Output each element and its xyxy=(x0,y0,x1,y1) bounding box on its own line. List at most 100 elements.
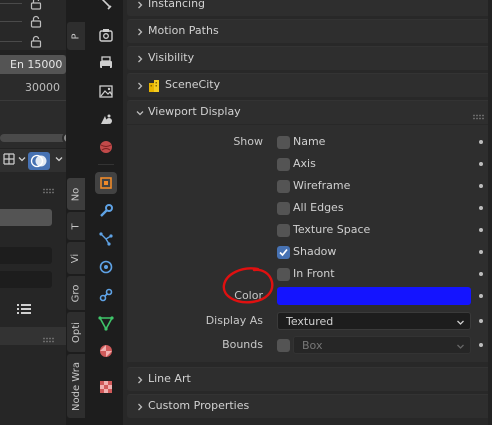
checkbox-bounds[interactable] xyxy=(277,339,290,352)
overlay-button[interactable] xyxy=(28,152,50,170)
panel-line-art[interactable]: Line Art xyxy=(127,367,492,391)
output-tab[interactable] xyxy=(95,52,117,74)
checkbox-label: Shadow xyxy=(293,245,337,258)
tree-line xyxy=(0,41,22,42)
keyframe-dot[interactable] xyxy=(479,343,483,347)
physics-tab[interactable] xyxy=(95,256,117,278)
panel-title: SceneCity xyxy=(165,78,221,91)
tool-tab[interactable] xyxy=(95,0,117,16)
n-panel-field[interactable] xyxy=(0,209,52,226)
tab-label: T xyxy=(70,222,82,230)
texture-tab[interactable] xyxy=(95,376,117,398)
modifier-tab[interactable] xyxy=(95,200,117,222)
checkbox-wireframe[interactable] xyxy=(277,180,290,193)
keyframe-dot[interactable] xyxy=(479,272,483,276)
keyframe-dot[interactable] xyxy=(479,319,483,323)
tab-vi[interactable]: Vi xyxy=(67,242,85,274)
checkbox-all-edges[interactable] xyxy=(277,202,290,215)
grid-icon[interactable] xyxy=(2,152,16,166)
keyframe-dot[interactable] xyxy=(479,184,483,188)
checkbox-label: Axis xyxy=(293,157,316,170)
tab-label: P xyxy=(70,32,82,40)
tab-label: Gro xyxy=(70,284,82,302)
checkbox-shadow[interactable] xyxy=(277,246,290,259)
properties-tab-bar xyxy=(88,0,123,425)
n-panel-field[interactable] xyxy=(0,247,52,264)
panel-viewport-display[interactable]: Viewport Display xyxy=(127,100,492,124)
n-panel-field[interactable] xyxy=(0,271,52,288)
tab-t[interactable]: T xyxy=(67,212,85,240)
scrollbar-edge xyxy=(488,0,492,425)
material-tab[interactable] xyxy=(95,340,117,362)
checkbox-label: Name xyxy=(293,135,326,148)
lock-icon[interactable] xyxy=(30,15,42,28)
object-tab[interactable] xyxy=(95,172,117,194)
chevron-right-icon xyxy=(135,27,145,37)
panel-title: Instancing xyxy=(148,0,206,10)
keyframe-dot[interactable] xyxy=(479,294,483,298)
lock-icon[interactable] xyxy=(30,0,42,10)
constraints-icon xyxy=(99,288,113,302)
checkbox-label: In Front xyxy=(293,267,335,280)
world-icon xyxy=(100,141,112,153)
particles-icon xyxy=(99,232,113,246)
lock-icon[interactable] xyxy=(30,35,42,48)
list-icon[interactable] xyxy=(16,302,32,316)
scene-tab[interactable] xyxy=(95,108,117,130)
drag-grip-icon[interactable] xyxy=(42,184,56,194)
panel-scenecity[interactable]: SceneCity xyxy=(127,73,492,97)
bounds-type-dropdown[interactable]: Box xyxy=(293,336,471,354)
panel-motion-paths[interactable]: Motion Paths xyxy=(127,19,492,43)
chevron-down-icon xyxy=(456,341,465,350)
bounds-label: Bounds xyxy=(222,338,263,351)
keyframe-dot[interactable] xyxy=(479,162,483,166)
data-tab[interactable] xyxy=(95,312,117,334)
checkbox-label: Texture Space xyxy=(293,223,371,236)
keyframe-dot[interactable] xyxy=(479,250,483,254)
checkbox-texture-space[interactable] xyxy=(277,224,290,237)
display-as-dropdown[interactable]: Textured xyxy=(277,312,471,330)
tab-p[interactable]: P xyxy=(67,22,85,50)
keyframe-dot[interactable] xyxy=(479,206,483,210)
chevron-down-icon[interactable] xyxy=(54,154,64,164)
output-icon xyxy=(100,56,112,69)
tab-label: No xyxy=(70,187,82,201)
view-layer-icon xyxy=(99,85,113,98)
checkbox-in-front[interactable] xyxy=(277,268,290,281)
panel-title: Line Art xyxy=(148,372,191,385)
tab-opti[interactable]: Opti xyxy=(67,312,85,352)
scenecity-addon-icon xyxy=(148,79,160,92)
panel-custom-properties[interactable]: Custom Properties xyxy=(127,394,492,418)
tab-node-wrangler[interactable]: Node Wra xyxy=(67,354,85,418)
tab-gro[interactable]: Gro xyxy=(67,276,85,310)
tab-label: Vi xyxy=(70,253,82,263)
checkbox-axis[interactable] xyxy=(277,158,290,171)
tab-no[interactable]: No xyxy=(67,178,85,210)
render-tab[interactable] xyxy=(95,24,117,46)
viewport-header-fragment xyxy=(0,148,66,172)
frame-end-field[interactable]: En 15000 xyxy=(0,55,66,74)
world-tab[interactable] xyxy=(95,136,117,158)
checkmark-icon xyxy=(279,248,288,257)
particles-tab[interactable] xyxy=(95,228,117,250)
drag-grip-icon[interactable] xyxy=(42,333,56,343)
chevron-right-icon xyxy=(135,0,145,10)
drag-grip-icon[interactable] xyxy=(472,110,486,123)
object-properties-panel: Instancing Motion Paths Visibility Scene… xyxy=(123,0,492,425)
panel-visibility[interactable]: Visibility xyxy=(127,46,492,70)
red-circle-annotation xyxy=(220,266,276,306)
keyframe-dot[interactable] xyxy=(479,228,483,232)
chevron-right-icon xyxy=(135,375,145,385)
scrollbar-track[interactable] xyxy=(0,134,66,142)
color-swatch[interactable] xyxy=(277,287,471,305)
render-icon xyxy=(99,29,113,42)
checkbox-name[interactable] xyxy=(277,136,290,149)
panel-instancing[interactable]: Instancing xyxy=(127,0,492,16)
chevron-right-icon xyxy=(135,54,145,64)
n-panel-subheader xyxy=(0,327,66,345)
chevron-down-icon[interactable] xyxy=(17,154,27,164)
keyframe-dot[interactable] xyxy=(479,140,483,144)
modifier-icon xyxy=(100,204,113,217)
constraints-tab[interactable] xyxy=(95,284,117,306)
view-layer-tab[interactable] xyxy=(95,80,117,102)
